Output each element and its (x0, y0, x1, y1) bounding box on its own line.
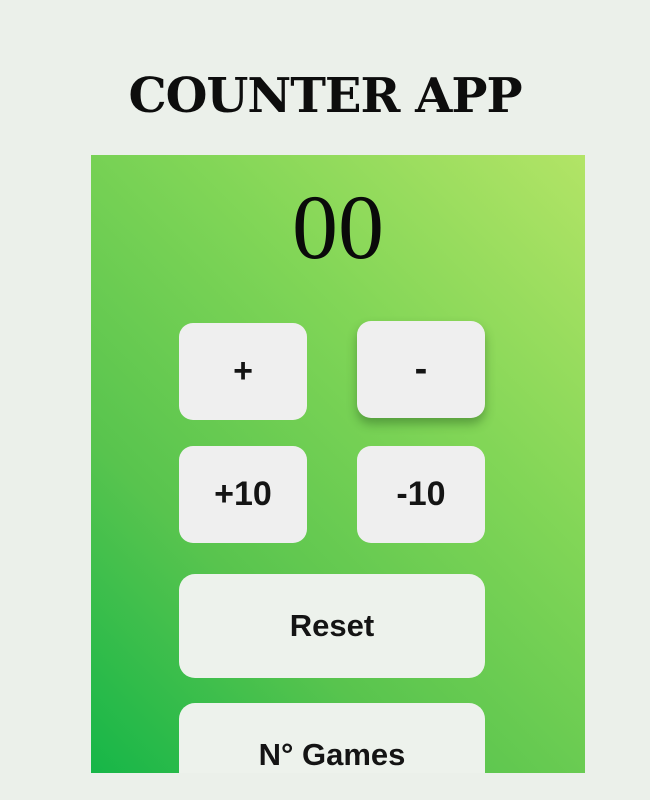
counter-panel: 00 + - +10 -10 Reset N° Games (91, 155, 585, 773)
increment-button[interactable]: + (179, 323, 307, 420)
app-title: COUNTER APP (128, 68, 522, 124)
decrement-button[interactable]: - (357, 321, 485, 418)
decrement-ten-button[interactable]: -10 (357, 446, 485, 543)
games-count-button[interactable]: N° Games (179, 703, 485, 773)
counter-display: 00 (292, 176, 384, 278)
increment-ten-button[interactable]: +10 (179, 446, 307, 543)
reset-button[interactable]: Reset (179, 574, 485, 678)
